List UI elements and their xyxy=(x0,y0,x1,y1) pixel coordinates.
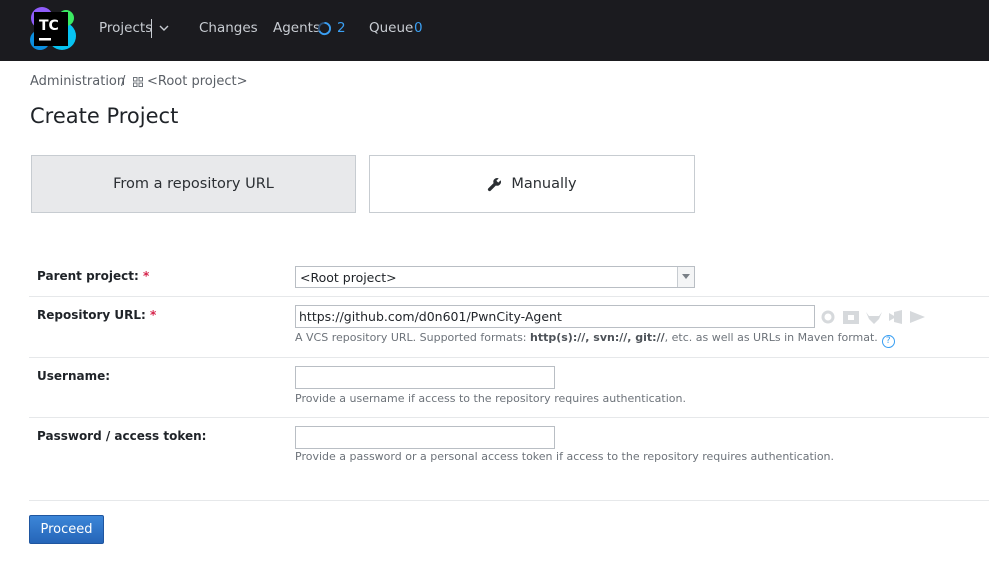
repository-url-hint: A VCS repository URL. Supported formats:… xyxy=(295,331,895,348)
parent-project-select[interactable]: <Root project> xyxy=(295,266,695,288)
required-marker: * xyxy=(149,308,157,322)
repository-url-input[interactable] xyxy=(295,305,815,328)
github-icon[interactable] xyxy=(821,310,835,324)
manually-label: Manually xyxy=(511,176,577,192)
breadcrumb-administration[interactable]: Administration xyxy=(30,74,125,89)
triangle-down-icon xyxy=(682,274,690,279)
bitbucket-icon[interactable] xyxy=(843,311,859,324)
username-label: Username: xyxy=(37,369,111,383)
help-icon[interactable]: ? xyxy=(881,335,895,348)
vcs-icons-group xyxy=(821,310,925,324)
nav-agents[interactable]: Agents xyxy=(273,20,320,37)
parent-project-label: Parent project: * xyxy=(37,269,150,283)
row-divider xyxy=(29,296,989,297)
password-hint: Provide a password or a personal access … xyxy=(295,450,835,463)
chevron-down-icon[interactable] xyxy=(159,23,169,33)
from-repository-url-label: From a repository URL xyxy=(113,176,274,192)
password-input[interactable] xyxy=(295,426,555,449)
space-icon[interactable] xyxy=(910,311,925,323)
row-divider xyxy=(29,357,989,358)
azure-devops-icon[interactable] xyxy=(889,310,902,324)
gitlab-icon[interactable] xyxy=(866,312,882,324)
agents-count-badge[interactable]: 2 xyxy=(337,20,346,36)
manually-button[interactable]: Manually xyxy=(369,155,695,213)
username-hint: Provide a username if access to the repo… xyxy=(295,392,686,405)
page-title: Create Project xyxy=(30,104,179,128)
parent-project-value: <Root project> xyxy=(300,270,397,285)
spinner-icon xyxy=(317,21,332,36)
nav-changes[interactable]: Changes xyxy=(199,20,258,37)
from-repository-url-button[interactable]: From a repository URL xyxy=(31,155,356,213)
queue-count-badge[interactable]: 0 xyxy=(414,20,423,36)
required-marker: * xyxy=(142,269,150,283)
breadcrumb-root-project[interactable]: <Root project> xyxy=(147,74,248,89)
select-dropdown-arrow[interactable] xyxy=(677,267,694,287)
row-divider xyxy=(29,500,989,501)
repository-url-label: Repository URL: * xyxy=(37,308,157,322)
password-label: Password / access token: xyxy=(37,429,207,443)
nav-queue[interactable]: Queue xyxy=(369,20,413,37)
proceed-button[interactable]: Proceed xyxy=(29,515,104,544)
project-grid-icon xyxy=(133,77,143,87)
nav-divider xyxy=(151,19,152,38)
username-input[interactable] xyxy=(295,366,555,389)
row-divider xyxy=(29,417,989,418)
svg-text:TC: TC xyxy=(39,18,59,34)
wrench-icon xyxy=(488,177,502,191)
nav-projects[interactable]: Projects xyxy=(99,20,152,37)
teamcity-logo[interactable]: TC xyxy=(28,6,76,52)
top-navigation-bar: TC Projects Changes Agents 2 Queue 0 xyxy=(0,0,989,61)
breadcrumb-separator: / xyxy=(121,74,126,89)
